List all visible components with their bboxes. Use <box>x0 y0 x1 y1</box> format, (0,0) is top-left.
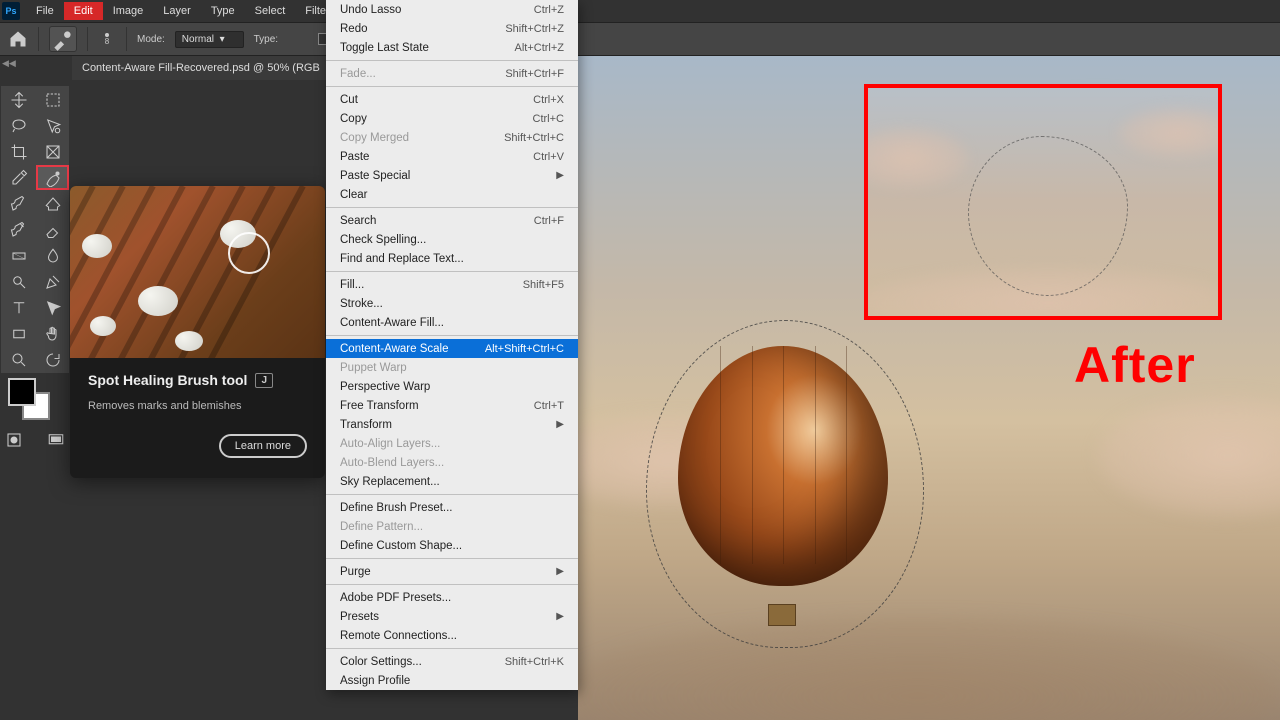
menu-item-transform[interactable]: Transform▶ <box>326 415 578 434</box>
menu-type[interactable]: Type <box>201 2 245 20</box>
menu-item-sky-replacement[interactable]: Sky Replacement... <box>326 472 578 491</box>
hand-tool[interactable] <box>36 321 69 346</box>
balloon-basket <box>768 604 796 626</box>
menu-edit[interactable]: Edit <box>64 2 103 20</box>
options-bar: 8 Mode: Normal ▾ Type: Sample All Layers… <box>0 22 1280 56</box>
pen-tool[interactable] <box>36 269 69 294</box>
menu-item-free-transform[interactable]: Free TransformCtrl+T <box>326 396 578 415</box>
menu-item-find-and-replace-text[interactable]: Find and Replace Text... <box>326 249 578 268</box>
active-tool-preset-icon[interactable] <box>49 26 77 52</box>
eraser-tool[interactable] <box>36 217 69 242</box>
clone-stamp-tool[interactable] <box>36 191 69 216</box>
menu-item-assign-profile[interactable]: Assign Profile <box>326 671 578 690</box>
color-swatches[interactable] <box>8 378 52 422</box>
lasso-tool[interactable] <box>2 113 35 138</box>
history-brush-tool[interactable] <box>2 217 35 242</box>
zoom-tool[interactable] <box>2 347 35 372</box>
menu-item-puppet-warp: Puppet Warp <box>326 358 578 377</box>
blur-tool[interactable] <box>36 243 69 268</box>
menu-item-auto-align-layers: Auto-Align Layers... <box>326 434 578 453</box>
edit-menu-dropdown: Undo LassoCtrl+ZRedoShift+Ctrl+ZToggle L… <box>326 0 578 690</box>
spot-healing-brush-tool[interactable] <box>36 165 69 190</box>
photoshop-logo-icon: Ps <box>2 2 20 20</box>
menu-item-content-aware-fill[interactable]: Content-Aware Fill... <box>326 313 578 332</box>
collapse-panels-icon[interactable]: ◀◀ <box>2 58 16 69</box>
type-tool[interactable] <box>2 295 35 320</box>
quick-select-tool[interactable] <box>36 113 69 138</box>
quick-mask-icon[interactable] <box>2 428 26 452</box>
menu-item-cut[interactable]: CutCtrl+X <box>326 90 578 109</box>
menu-item-redo[interactable]: RedoShift+Ctrl+Z <box>326 19 578 38</box>
menu-item-define-brush-preset[interactable]: Define Brush Preset... <box>326 498 578 517</box>
after-comparison-box <box>864 84 1222 320</box>
tools-panel <box>1 86 69 373</box>
move-tool[interactable] <box>2 87 35 112</box>
tooltip-preview-image <box>70 186 325 358</box>
menu-item-define-pattern: Define Pattern... <box>326 517 578 536</box>
eyedropper-tool[interactable] <box>2 165 35 190</box>
crop-tool[interactable] <box>2 139 35 164</box>
menu-item-check-spelling[interactable]: Check Spelling... <box>326 230 578 249</box>
tooltip-description: Removes marks and blemishes <box>88 400 307 412</box>
brush-size-picker[interactable]: 8 <box>98 33 116 46</box>
menu-item-purge[interactable]: Purge▶ <box>326 562 578 581</box>
menu-item-presets[interactable]: Presets▶ <box>326 607 578 626</box>
brush-size-value: 8 <box>105 37 109 46</box>
screen-mode-icon[interactable] <box>44 428 68 452</box>
menu-item-fade: Fade...Shift+Ctrl+F <box>326 64 578 83</box>
menu-image[interactable]: Image <box>103 2 154 20</box>
tool-tooltip-panel: Spot Healing Brush tool J Removes marks … <box>70 186 325 478</box>
frame-tool[interactable] <box>36 139 69 164</box>
menu-item-define-custom-shape[interactable]: Define Custom Shape... <box>326 536 578 555</box>
rectangle-tool[interactable] <box>2 321 35 346</box>
menu-item-perspective-warp[interactable]: Perspective Warp <box>326 377 578 396</box>
menu-item-undo-lasso[interactable]: Undo LassoCtrl+Z <box>326 0 578 19</box>
menu-item-adobe-pdf-presets[interactable]: Adobe PDF Presets... <box>326 588 578 607</box>
menu-item-remote-connections[interactable]: Remote Connections... <box>326 626 578 645</box>
tooltip-title: Spot Healing Brush tool <box>88 372 247 388</box>
tooltip-shortcut-key: J <box>255 373 273 388</box>
learn-more-button[interactable]: Learn more <box>219 434 307 458</box>
menu-file[interactable]: File <box>26 2 64 20</box>
menubar: Ps FileEditImageLayerTypeSelectFilter3D <box>0 0 1280 22</box>
menu-item-toggle-last-state[interactable]: Toggle Last StateAlt+Ctrl+Z <box>326 38 578 57</box>
menu-item-auto-blend-layers: Auto-Blend Layers... <box>326 453 578 472</box>
rotate-view-tool[interactable] <box>36 347 69 372</box>
cursor-preview-icon <box>228 232 270 274</box>
document-tab[interactable]: Content-Aware Fill-Recovered.psd @ 50% (… <box>72 56 330 80</box>
menu-item-paste[interactable]: PasteCtrl+V <box>326 147 578 166</box>
gradient-tool[interactable] <box>2 243 35 268</box>
home-icon[interactable] <box>8 29 28 49</box>
menu-item-search[interactable]: SearchCtrl+F <box>326 211 578 230</box>
menu-layer[interactable]: Layer <box>153 2 201 20</box>
menu-item-clear[interactable]: Clear <box>326 185 578 204</box>
menu-item-copy[interactable]: CopyCtrl+C <box>326 109 578 128</box>
menu-select[interactable]: Select <box>245 2 296 20</box>
dodge-tool[interactable] <box>2 269 35 294</box>
mode-label: Mode: <box>137 34 165 45</box>
document-canvas[interactable]: After <box>578 56 1280 720</box>
type-label: Type: <box>254 34 278 45</box>
mode-select[interactable]: Normal ▾ <box>175 31 244 48</box>
after-label: After <box>1074 336 1196 394</box>
brush-tool[interactable] <box>2 191 35 216</box>
menu-item-paste-special[interactable]: Paste Special▶ <box>326 166 578 185</box>
path-select-tool[interactable] <box>36 295 69 320</box>
menu-item-content-aware-scale[interactable]: Content-Aware ScaleAlt+Shift+Ctrl+C <box>326 339 578 358</box>
marquee-tool[interactable] <box>36 87 69 112</box>
menu-item-fill[interactable]: Fill...Shift+F5 <box>326 275 578 294</box>
menu-item-copy-merged: Copy MergedShift+Ctrl+C <box>326 128 578 147</box>
foreground-color-swatch[interactable] <box>8 378 36 406</box>
menu-item-stroke[interactable]: Stroke... <box>326 294 578 313</box>
menu-item-color-settings[interactable]: Color Settings...Shift+Ctrl+K <box>326 652 578 671</box>
